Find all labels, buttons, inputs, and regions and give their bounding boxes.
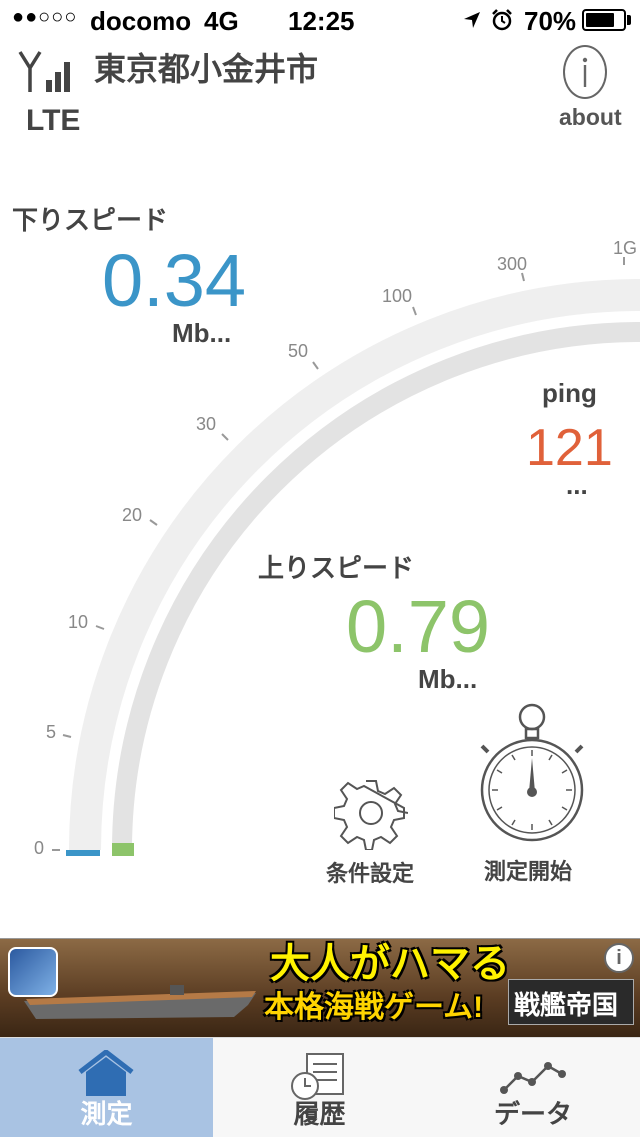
download-speed-unit: Mb... xyxy=(172,318,232,348)
settings-label: 条件設定 xyxy=(326,861,415,886)
ad-title: 大人がハマる xyxy=(270,942,510,986)
ad-banner[interactable]: 大人がハマる 本格海戦ゲーム! 戦艦帝国 i xyxy=(0,938,640,1038)
gauge-tick-label: 20 xyxy=(122,505,143,525)
download-speed-label: 下りスピード xyxy=(12,205,169,235)
gauge-tick-label: 100 xyxy=(382,286,413,306)
chart-icon xyxy=(500,1062,566,1094)
gauge-tick-label: 1G xyxy=(613,238,638,258)
gauge-tick-label: 30 xyxy=(196,414,217,434)
upload-speed-label: 上りスピード xyxy=(258,553,415,583)
download-speed-value: 0.34 xyxy=(102,239,247,322)
home-icon xyxy=(78,1050,134,1096)
tab-bar: 測定 履歴 データ xyxy=(0,1037,640,1137)
ad-brand: 戦艦帝国 xyxy=(514,990,619,1020)
tab-measure[interactable]: 測定 xyxy=(0,1038,213,1137)
gauge-tick-label: 5 xyxy=(46,722,57,742)
ping-value: 121 xyxy=(526,419,613,477)
download-gauge-level xyxy=(66,850,100,856)
ping-unit: ... xyxy=(566,470,588,500)
gauge-tick-label: 300 xyxy=(497,254,528,274)
start-measurement-label: 測定開始 xyxy=(484,859,573,884)
tab-history-label: 履歴 xyxy=(293,1099,346,1129)
ad-subtitle: 本格海戦ゲーム! xyxy=(264,991,484,1024)
upload-speed-unit: Mb... xyxy=(418,664,478,694)
tab-measure-label: 測定 xyxy=(80,1099,133,1129)
settings-button[interactable]: 条件設定 xyxy=(322,772,422,886)
upload-speed-value: 0.79 xyxy=(346,585,491,668)
tab-history[interactable]: 履歴 xyxy=(213,1038,426,1137)
stopwatch-icon xyxy=(480,703,584,842)
start-measurement-button[interactable]: 測定開始 xyxy=(474,700,588,884)
aircraft-carrier-image xyxy=(24,985,256,1019)
tab-data-label: データ xyxy=(493,1099,572,1129)
ad-info-icon[interactable]: i xyxy=(604,943,634,973)
gauge-tick-label: 0 xyxy=(34,838,45,858)
tab-data[interactable]: データ xyxy=(426,1038,640,1137)
gauge-tick-label: 50 xyxy=(288,341,309,361)
gauge-tick-label: 10 xyxy=(68,612,89,632)
upload-gauge-level xyxy=(112,843,134,856)
gear-icon xyxy=(334,780,408,850)
ping-label: ping xyxy=(542,378,597,408)
